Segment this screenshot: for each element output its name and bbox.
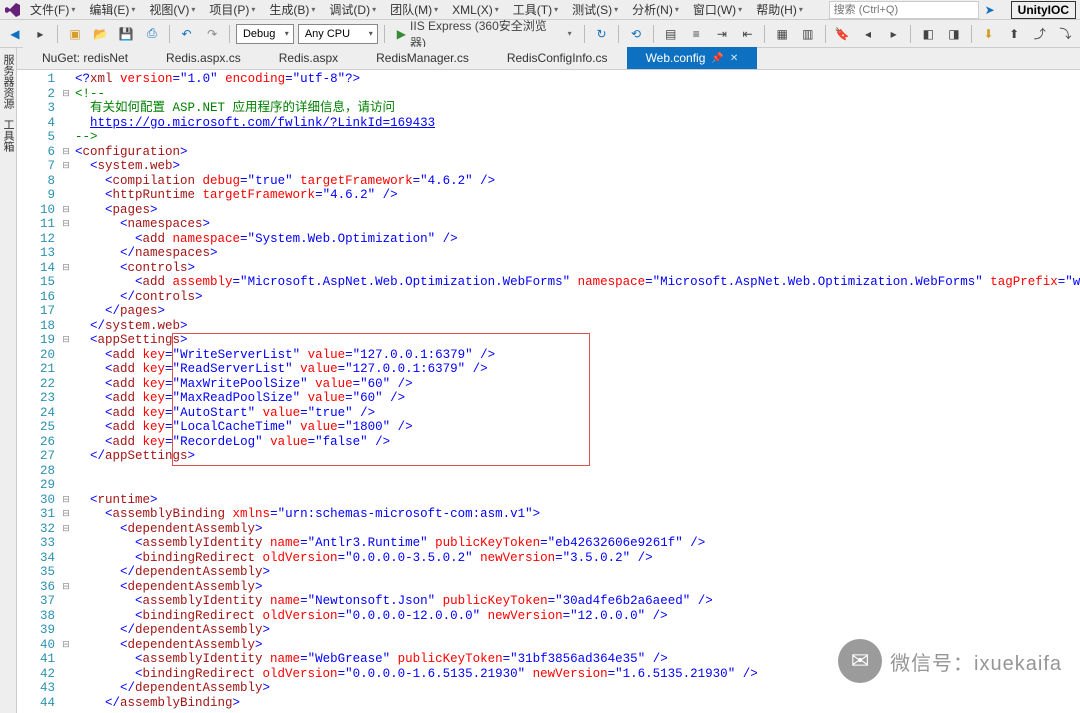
standard-toolbar: ◀ ▸ ▣ 📂 💾 ⎙ ↶ ↷ Debug Any CPU ▶IIS Expre… [0,20,1080,48]
uncomment-icon[interactable]: ▥ [797,23,819,45]
search-input[interactable] [829,1,979,19]
tab-redis-aspx-cs[interactable]: Redis.aspx.cs [147,47,260,69]
solution-name: UnityIOC [1011,1,1076,19]
undo-icon[interactable]: ↶ [176,23,198,45]
bookmark-icon[interactable]: 🔖 [832,23,854,45]
nav-back-icon[interactable]: ◀ [4,23,26,45]
left-tool-rail: 服务器资源 工具箱 [0,48,17,713]
pin-icon[interactable]: 📌 [711,53,723,64]
menu-help[interactable]: 帮助(H)▾ [750,1,809,18]
list-icon[interactable]: ≡ [686,23,708,45]
close-icon[interactable]: ✕ [730,53,738,64]
quick-launch[interactable]: ➤ [829,0,1001,21]
comment-icon[interactable]: ▦ [771,23,793,45]
menu-edit[interactable]: 编辑(E)▾ [83,1,141,18]
browser-link-icon[interactable]: ⟲ [625,23,647,45]
open-file-icon[interactable]: 📂 [90,23,112,45]
save-all-icon[interactable]: ⎙ [141,23,163,45]
menu-xml[interactable]: XML(X)▾ [446,3,505,17]
config-combo[interactable]: Debug [236,24,294,44]
nav-fwd-icon[interactable]: ▸ [30,23,52,45]
vs-logo-icon [4,1,22,19]
redo-icon[interactable]: ↷ [201,23,223,45]
menu-tools[interactable]: 工具(T)▾ [507,1,564,18]
step2-icon[interactable]: ⬆ [1003,23,1025,45]
save-icon[interactable]: 💾 [115,23,137,45]
tab-redis-aspx[interactable]: Redis.aspx [260,47,357,69]
search-go-icon[interactable]: ➤ [979,0,1001,21]
menu-project[interactable]: 项目(P)▾ [203,1,261,18]
menu-file[interactable]: 文件(F)▾ [24,1,81,18]
tab-nuget[interactable]: NuGet: redisNet [23,47,147,69]
ext2-icon[interactable]: ◨ [943,23,965,45]
document-tabs: NuGet: redisNet Redis.aspx.cs Redis.aspx… [17,48,1080,70]
tab-redisconfiginfo[interactable]: RedisConfigInfo.cs [488,47,627,69]
menu-analyze[interactable]: 分析(N)▾ [626,1,685,18]
code-editor[interactable]: 1234567891011121314151617181920212223242… [17,70,1080,713]
step-icon[interactable]: ⬇ [978,23,1000,45]
indent-icon[interactable]: ⇥ [711,23,733,45]
menu-build[interactable]: 生成(B)▾ [263,1,321,18]
step3-icon[interactable]: ⤴ [1029,23,1051,45]
refresh-icon[interactable]: ↻ [591,23,613,45]
ext1-icon[interactable]: ◧ [917,23,939,45]
tab-webconfig[interactable]: Web.config📌✕ [627,47,758,69]
bookmark-prev-icon[interactable]: ◂ [857,23,879,45]
menu-team[interactable]: 团队(M)▾ [384,1,444,18]
menu-debug[interactable]: 调试(D)▾ [323,1,382,18]
bookmark-next-icon[interactable]: ▸ [883,23,905,45]
run-button[interactable]: ▶IIS Express (360安全浏览器)▾ [391,23,578,45]
code-area[interactable]: <?xml version="1.0" encoding="utf-8"?><!… [73,70,1080,713]
menu-view[interactable]: 视图(V)▾ [143,1,201,18]
rail-tab-toolbox[interactable]: 工具箱 [0,117,16,154]
new-project-icon[interactable]: ▣ [64,23,86,45]
rail-tab-server[interactable]: 服务器资源 [0,52,16,111]
step4-icon[interactable]: ⤵ [1055,23,1077,45]
fold-gutter[interactable]: ⊟⊟⊟⊟⊟⊟⊟⊟⊟⊟⊟⊟ [59,70,73,713]
menu-window[interactable]: 窗口(W)▾ [687,1,748,18]
outdent-icon[interactable]: ⇤ [737,23,759,45]
menu-test[interactable]: 测试(S)▾ [566,1,624,18]
tab-redismanager[interactable]: RedisManager.cs [357,47,488,69]
toolbox-icon[interactable]: ▤ [660,23,682,45]
platform-combo[interactable]: Any CPU [298,24,378,44]
line-numbers: 1234567891011121314151617181920212223242… [17,70,59,713]
